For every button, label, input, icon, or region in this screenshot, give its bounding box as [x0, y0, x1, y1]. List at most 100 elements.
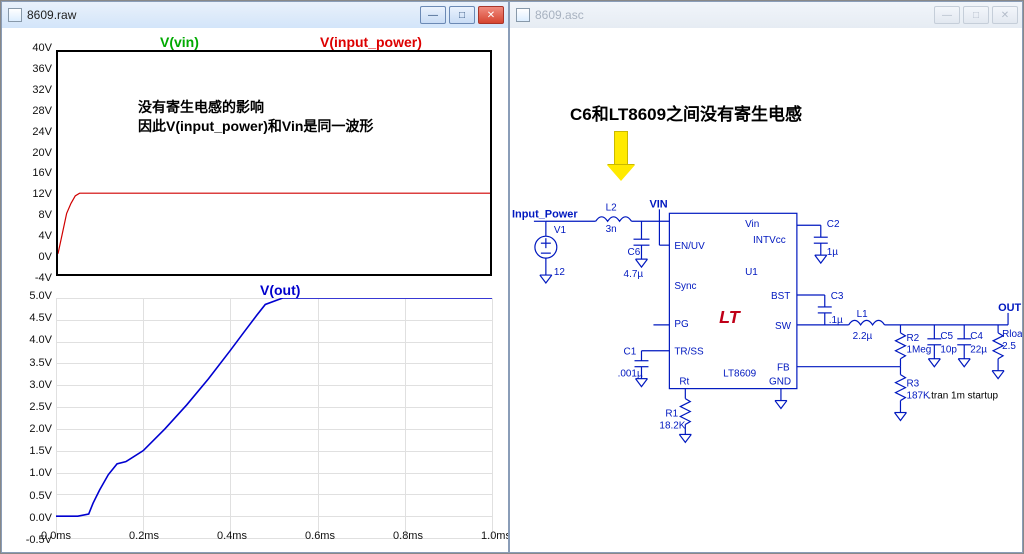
svg-text:V1: V1 — [554, 225, 567, 236]
ytick: 4.0V — [29, 334, 52, 346]
xtick: 0.0ms — [41, 530, 71, 542]
svg-text:U1: U1 — [745, 267, 758, 278]
svg-text:C4: C4 — [970, 331, 983, 342]
xtick: 0.6ms — [305, 530, 335, 542]
svg-text:TR/SS: TR/SS — [674, 347, 704, 358]
plot-top[interactable]: V(vin) V(input_power) 40V 36V 32V 28V 24… — [10, 34, 500, 282]
svg-text:.1µ: .1µ — [829, 315, 843, 326]
plot-area-top[interactable]: 没有寄生电感的影响 因此V(input_power)和Vin是同一波形 — [56, 50, 492, 276]
ytick: 3.5V — [29, 357, 52, 369]
ytick: 20V — [32, 147, 52, 159]
trace-label-vout[interactable]: V(out) — [260, 282, 300, 298]
svg-text:C2: C2 — [827, 219, 840, 230]
schematic-svg: Input_Power VIN OUT V1 12 L2 3n C6 4.7µ … — [510, 28, 1022, 552]
svg-text:187K: 187K — [906, 391, 930, 402]
svg-text:Rt: Rt — [679, 377, 689, 388]
xtick: 0.4ms — [217, 530, 247, 542]
svg-text:Sync: Sync — [674, 281, 696, 292]
ytick: 0.0V — [29, 512, 52, 524]
ytick: 4.5V — [29, 312, 52, 324]
maximize-button[interactable]: □ — [449, 6, 475, 24]
svg-text:EN/UV: EN/UV — [674, 241, 705, 252]
ytick: 12V — [32, 188, 52, 200]
xtick: 1.0ms — [481, 530, 508, 542]
ytick: 40V — [32, 42, 52, 54]
minimize-button[interactable]: — — [934, 6, 960, 24]
svg-text:3n: 3n — [606, 224, 617, 235]
spice-directive: .tran 1m startup — [928, 391, 998, 402]
waveform-window-title: 8609.raw — [27, 8, 76, 22]
annotation-text: 没有寄生电感的影响 因此V(input_power)和Vin是同一波形 — [138, 98, 373, 136]
svg-text:L2: L2 — [606, 202, 618, 213]
svg-text:12: 12 — [554, 267, 566, 278]
ytick: 2.0V — [29, 423, 52, 435]
xtick: 0.8ms — [393, 530, 423, 542]
svg-text:2.2µ: 2.2µ — [853, 331, 873, 342]
svg-text:C6: C6 — [628, 247, 641, 258]
minimize-button[interactable]: — — [420, 6, 446, 24]
ytick: 1.5V — [29, 445, 52, 457]
ytick: 36V — [32, 63, 52, 75]
ytick: 32V — [32, 84, 52, 96]
trace-label-vinput-power[interactable]: V(input_power) — [320, 34, 422, 50]
svg-text:R1: R1 — [665, 409, 678, 420]
net-vin: VIN — [649, 198, 667, 210]
ytick: 5.0V — [29, 290, 52, 302]
ytick: 2.5V — [29, 401, 52, 413]
net-input-power: Input_Power — [512, 208, 578, 220]
vin-curve — [58, 52, 490, 274]
svg-text:4.7µ: 4.7µ — [624, 269, 644, 280]
plot-bottom[interactable]: V(out) 5.0V 4.5V 4.0V 3.5V 3.0V 2.5V 2.0… — [10, 282, 500, 544]
document-icon — [516, 8, 530, 22]
svg-text:PG: PG — [674, 319, 688, 330]
schematic-window-title: 8609.asc — [535, 8, 584, 22]
svg-text:SW: SW — [775, 321, 792, 332]
svg-text:Vin: Vin — [745, 219, 759, 230]
ytick: 24V — [32, 126, 52, 138]
svg-text:C3: C3 — [831, 291, 844, 302]
svg-text:FB: FB — [777, 363, 790, 374]
ytick: 16V — [32, 167, 52, 179]
svg-text:Rload: Rload — [1002, 329, 1022, 340]
ytick: 28V — [32, 105, 52, 117]
x-axis: 0.0ms 0.2ms 0.4ms 0.6ms 0.8ms 1.0ms — [56, 530, 496, 546]
plot-area-bottom[interactable] — [56, 298, 492, 538]
vout-curve — [56, 298, 492, 538]
ytick: 1.0V — [29, 467, 52, 479]
close-button[interactable]: ✕ — [478, 6, 504, 24]
schematic-titlebar[interactable]: 8609.asc — □ ✕ — [510, 2, 1022, 28]
svg-text:.001µ: .001µ — [618, 369, 643, 380]
ytick: 0.5V — [29, 490, 52, 502]
ytick: 3.0V — [29, 379, 52, 391]
svg-text:22µ: 22µ — [970, 345, 987, 356]
svg-text:R3: R3 — [906, 379, 919, 390]
svg-text:10p: 10p — [940, 345, 957, 356]
ytick: 0V — [39, 251, 52, 263]
xtick: 0.2ms — [129, 530, 159, 542]
svg-text:C1: C1 — [624, 347, 637, 358]
svg-text:C5: C5 — [940, 331, 953, 342]
svg-text:BST: BST — [771, 291, 790, 302]
schematic-window: 8609.asc — □ ✕ C6和LT8609之间没有寄生电感 — [509, 1, 1023, 553]
svg-text:1Meg: 1Meg — [906, 345, 931, 356]
svg-text:1µ: 1µ — [827, 247, 839, 258]
svg-text:INTVcc: INTVcc — [753, 235, 786, 246]
svg-text:R2: R2 — [906, 333, 919, 344]
net-out: OUT — [998, 302, 1021, 314]
close-button[interactable]: ✕ — [992, 6, 1018, 24]
ytick: 4V — [39, 230, 52, 242]
ytick: 8V — [39, 209, 52, 221]
trace-label-vvin[interactable]: V(vin) — [160, 34, 199, 50]
document-icon — [8, 8, 22, 22]
waveform-titlebar[interactable]: 8609.raw — □ ✕ — [2, 2, 508, 28]
svg-text:18.2K: 18.2K — [659, 420, 685, 431]
svg-text:LT: LT — [719, 307, 742, 327]
svg-text:LT8609: LT8609 — [723, 369, 756, 380]
y-axis-top: 40V 36V 32V 28V 24V 20V 16V 12V 8V 4V 0V… — [14, 48, 54, 278]
waveform-window: 8609.raw — □ ✕ V(vin) V(input_power) 40V… — [1, 1, 509, 553]
y-axis-bottom: 5.0V 4.5V 4.0V 3.5V 3.0V 2.5V 2.0V 1.5V … — [14, 296, 54, 540]
svg-text:L1: L1 — [857, 309, 869, 320]
svg-text:2.5: 2.5 — [1002, 341, 1016, 352]
schematic-canvas[interactable]: C6和LT8609之间没有寄生电感 — [510, 28, 1022, 552]
maximize-button[interactable]: □ — [963, 6, 989, 24]
